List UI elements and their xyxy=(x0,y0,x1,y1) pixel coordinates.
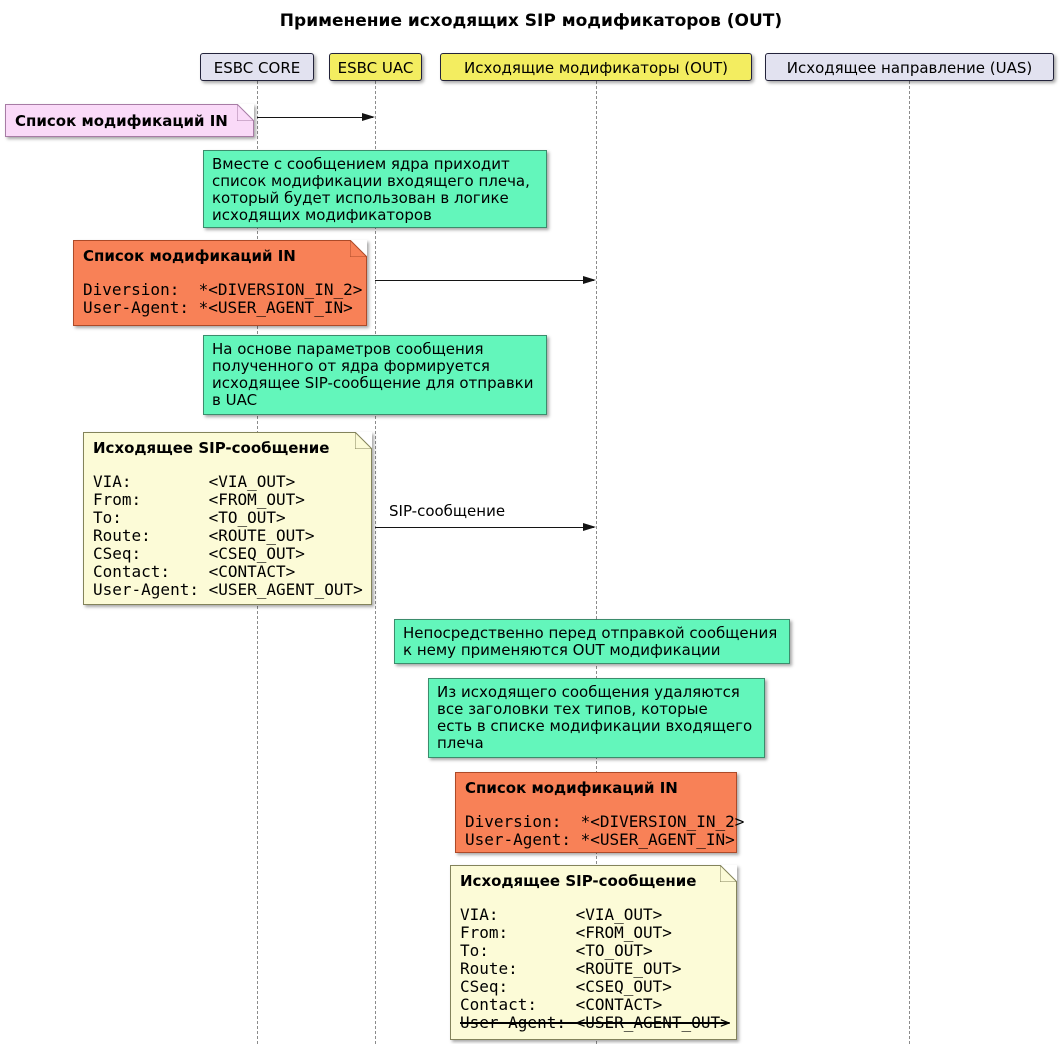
note-text: Вместе с сообщением ядра приходит список… xyxy=(212,155,530,224)
arrow-head-icon xyxy=(362,113,375,121)
participant-uas-direction: Исходящее направление (UAS) xyxy=(765,53,1054,81)
note-mono-body: Diversion: *<DIVERSION_IN_2> User-Agent:… xyxy=(465,812,745,849)
sequence-diagram: Применение исходящих SIP модификаторов (… xyxy=(0,0,1062,1044)
message-arrow-uac-to-out-sip xyxy=(375,523,596,533)
arrow-shaft xyxy=(375,280,594,281)
note-outgoing-sip-message-2: Исходящее SIP-сообщение VIA: <VIA_OUT> F… xyxy=(450,865,737,1040)
note-title: Список модификаций IN xyxy=(15,112,228,130)
note-before-send-comment: Непосредственно перед отправкой сообщени… xyxy=(394,619,790,664)
arrow-shaft xyxy=(257,117,373,118)
lifeline-uas-direction xyxy=(909,81,910,1044)
note-sip-forming-comment: На основе параметров сообщения полученно… xyxy=(203,335,547,415)
note-title: Список модификаций IN xyxy=(465,779,678,797)
note-text: Из исходящего сообщения удаляются все за… xyxy=(437,683,753,752)
diagram-title: Применение исходящих SIP модификаторов (… xyxy=(279,11,783,31)
arrow-head-icon xyxy=(583,276,596,284)
note-headers-removed-comment: Из исходящего сообщения удаляются все за… xyxy=(428,678,765,758)
note-fold-corner-icon xyxy=(237,104,254,121)
note-modification-list-in-pink: Список модификаций IN xyxy=(5,104,254,137)
note-title: Исходящее SIP-сообщение xyxy=(93,439,330,457)
note-title: Список модификаций IN xyxy=(83,247,296,265)
note-modification-list-in-orange-1: Список модификаций IN Diversion: *<DIVER… xyxy=(73,240,367,326)
note-mono-body: VIA: <VIA_OUT> From: <FROM_OUT> To: <TO_… xyxy=(460,905,730,1032)
participant-out-modifiers: Исходящие модификаторы (OUT) xyxy=(440,53,752,81)
note-mono-body: Diversion: *<DIVERSION_IN_2> User-Agent:… xyxy=(83,280,363,317)
note-fold-corner-icon xyxy=(720,865,737,882)
note-outgoing-sip-message-1: Исходящее SIP-сообщение VIA: <VIA_OUT> F… xyxy=(83,432,372,605)
note-fold-corner-icon xyxy=(350,240,367,257)
message-arrow-core-to-uac xyxy=(257,113,375,123)
note-fold-corner-icon xyxy=(355,432,372,449)
note-core-message-comment: Вместе с сообщением ядра приходит список… xyxy=(203,150,547,228)
message-arrow-uac-to-out-modlist xyxy=(375,276,596,286)
message-label-sip: SIP-сообщение xyxy=(389,502,506,520)
note-text: На основе параметров сообщения полученно… xyxy=(212,340,534,409)
note-modification-list-in-orange-2: Список модификаций IN Diversion: *<DIVER… xyxy=(455,772,745,853)
participant-esbc-core: ESBC CORE xyxy=(200,53,314,81)
participant-esbc-uac: ESBC UAC xyxy=(329,53,422,81)
note-text: Непосредственно перед отправкой сообщени… xyxy=(403,624,778,659)
note-mono-body: VIA: <VIA_OUT> From: <FROM_OUT> To: <TO_… xyxy=(93,472,363,599)
struck-user-agent-line: User-Agent: <USER_AGENT_OUT> xyxy=(460,1013,730,1032)
arrow-head-icon xyxy=(583,523,596,531)
note-title: Исходящее SIP-сообщение xyxy=(460,872,697,890)
arrow-shaft xyxy=(375,527,594,528)
